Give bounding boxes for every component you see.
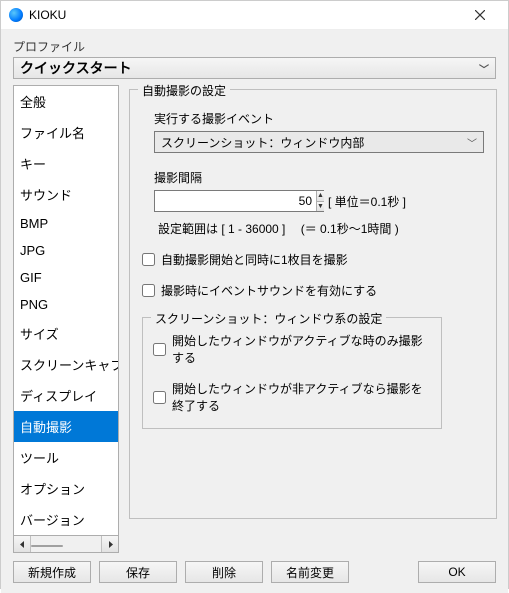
sidebar-item[interactable]: サウンド bbox=[14, 179, 118, 210]
triangle-right-icon bbox=[107, 541, 114, 548]
horizontal-scrollbar[interactable] bbox=[13, 536, 119, 553]
event-select[interactable]: スクリーンショット：ウィンドウ内部 ﹀ bbox=[154, 131, 484, 153]
category-list[interactable]: 全般ファイル名キーサウンドBMPJPGGIFPNGサイズスクリーンキャプディスプ… bbox=[13, 85, 119, 536]
spin-up-button[interactable]: ▲ bbox=[316, 191, 324, 202]
sidebar-item[interactable]: 自動撮影 bbox=[14, 411, 118, 442]
event-selected-value: スクリーンショット：ウィンドウ内部 bbox=[161, 134, 364, 151]
dialog-body: プロファイル クイックスタート ﹀ 全般ファイル名キーサウンドBMPJPGGIF… bbox=[1, 30, 508, 593]
stop-inactive-input[interactable] bbox=[153, 391, 166, 404]
sidebar-item[interactable]: BMP bbox=[14, 210, 118, 237]
button-bar: 新規作成 保存 削除 名前変更 OK bbox=[13, 553, 496, 583]
scroll-left-button[interactable] bbox=[14, 536, 31, 552]
scroll-thumb[interactable] bbox=[31, 545, 63, 547]
auto-capture-group: 自動撮影の設定 実行する撮影イベント スクリーンショット：ウィンドウ内部 ﹀ 撮… bbox=[129, 89, 497, 519]
rename-button[interactable]: 名前変更 bbox=[271, 561, 349, 583]
save-button[interactable]: 保存 bbox=[99, 561, 177, 583]
interval-range-hint: 設定範囲は [ 1 - 36000 ] (＝ 0.1秒～1時間 ) bbox=[158, 220, 484, 237]
sidebar-item[interactable]: PNG bbox=[14, 291, 118, 318]
app-icon bbox=[9, 8, 23, 22]
sound-label: 撮影時にイベントサウンドを有効にする bbox=[161, 282, 377, 299]
sidebar-item[interactable]: 全般 bbox=[14, 86, 118, 117]
sidebar-item[interactable]: ディスプレイ bbox=[14, 380, 118, 411]
sidebar-item[interactable]: スクリーンキャプ bbox=[14, 349, 118, 380]
titlebar: KIOKU bbox=[1, 1, 508, 30]
window-title: KIOKU bbox=[29, 8, 460, 22]
event-label: 実行する撮影イベント bbox=[154, 110, 484, 127]
sound-checkbox[interactable]: 撮影時にイベントサウンドを有効にする bbox=[142, 282, 484, 299]
triangle-left-icon bbox=[19, 541, 26, 548]
app-window: KIOKU プロファイル クイックスタート ﹀ 全般ファイル名キーサウンドBMP… bbox=[0, 0, 509, 589]
sidebar-item[interactable]: ファイル名 bbox=[14, 117, 118, 148]
first-shot-input[interactable] bbox=[142, 253, 155, 266]
close-icon bbox=[475, 10, 485, 20]
profile-selected-value: クイックスタート bbox=[20, 58, 132, 78]
spin-down-button[interactable]: ▼ bbox=[316, 202, 324, 212]
sidebar-item[interactable]: ツール bbox=[14, 442, 118, 473]
stop-inactive-label: 開始したウィンドウが非アクティブなら撮影を終了する bbox=[172, 380, 431, 414]
sidebar-wrap: 全般ファイル名キーサウンドBMPJPGGIFPNGサイズスクリーンキャプディスプ… bbox=[13, 85, 119, 553]
first-shot-checkbox[interactable]: 自動撮影開始と同時に1枚目を撮影 bbox=[142, 251, 484, 268]
delete-button[interactable]: 削除 bbox=[185, 561, 263, 583]
interval-spinner: ▲ ▼ bbox=[316, 191, 324, 211]
active-only-input[interactable] bbox=[153, 343, 166, 356]
sound-input[interactable] bbox=[142, 284, 155, 297]
interval-unit: [ 単位＝0.1秒 ] bbox=[328, 193, 406, 210]
sidebar-item[interactable]: GIF bbox=[14, 264, 118, 291]
interval-label: 撮影間隔 bbox=[154, 169, 484, 186]
stop-inactive-checkbox[interactable]: 開始したウィンドウが非アクティブなら撮影を終了する bbox=[153, 380, 431, 414]
main-area: 全般ファイル名キーサウンドBMPJPGGIFPNGサイズスクリーンキャプディスプ… bbox=[13, 85, 496, 553]
interval-input[interactable] bbox=[155, 191, 316, 211]
sidebar-item[interactable]: サイズ bbox=[14, 318, 118, 349]
chevron-down-icon: ﹀ bbox=[479, 61, 489, 76]
sidebar-item[interactable]: キー bbox=[14, 148, 118, 179]
active-only-checkbox[interactable]: 開始したウィンドウがアクティブな時のみ撮影する bbox=[153, 332, 431, 366]
active-only-label: 開始したウィンドウがアクティブな時のみ撮影する bbox=[172, 332, 431, 366]
window-subgroup: スクリーンショット：ウィンドウ系の設定 開始したウィンドウがアクティブな時のみ撮… bbox=[142, 317, 442, 429]
interval-field: ▲ ▼ bbox=[154, 190, 324, 212]
profile-label: プロファイル bbox=[13, 38, 496, 55]
scroll-right-button[interactable] bbox=[101, 536, 118, 552]
subgroup-title: スクリーンショット：ウィンドウ系の設定 bbox=[151, 310, 386, 327]
sidebar-item[interactable]: JPG bbox=[14, 237, 118, 264]
group-title: 自動撮影の設定 bbox=[138, 82, 230, 99]
ok-button[interactable]: OK bbox=[418, 561, 496, 583]
chevron-down-icon: ﹀ bbox=[467, 135, 477, 150]
sidebar-item[interactable]: オプション bbox=[14, 473, 118, 504]
content-panel: 自動撮影の設定 実行する撮影イベント スクリーンショット：ウィンドウ内部 ﹀ 撮… bbox=[119, 85, 497, 553]
close-button[interactable] bbox=[460, 1, 500, 29]
profile-select[interactable]: クイックスタート ﹀ bbox=[13, 57, 496, 79]
sidebar-item[interactable]: バージョン bbox=[14, 504, 118, 535]
first-shot-label: 自動撮影開始と同時に1枚目を撮影 bbox=[161, 251, 348, 268]
new-button[interactable]: 新規作成 bbox=[13, 561, 91, 583]
